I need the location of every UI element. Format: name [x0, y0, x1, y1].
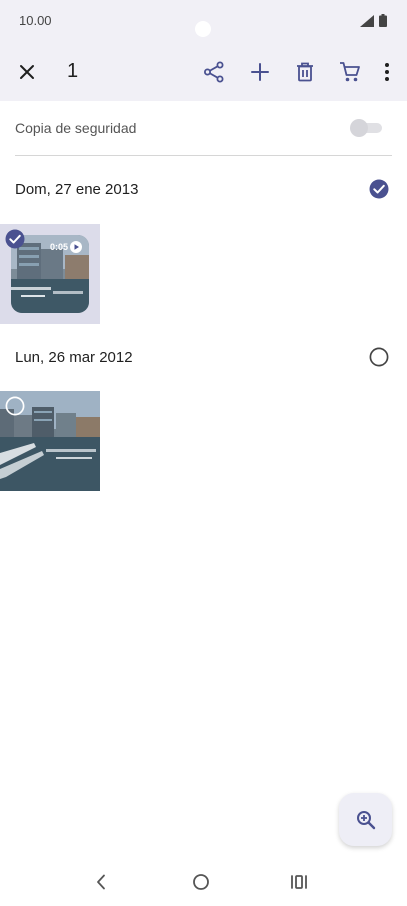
back-icon — [97, 874, 105, 890]
backup-toggle[interactable] — [350, 119, 382, 137]
more-vert-icon — [385, 63, 389, 81]
select-all-checkbox[interactable] — [369, 179, 389, 199]
share-icon — [204, 61, 224, 83]
zoom-in-icon — [356, 810, 375, 829]
close-button[interactable] — [14, 59, 40, 85]
delete-icon — [297, 62, 313, 82]
date-header: Dom, 27 ene 2013 — [15, 181, 139, 198]
unchecked-circle-icon — [5, 396, 25, 416]
add-button[interactable] — [246, 58, 274, 86]
checked-circle-icon — [369, 179, 389, 199]
home-icon — [193, 874, 209, 890]
signal-icon — [360, 14, 374, 27]
select-all-checkbox[interactable] — [369, 347, 389, 367]
recents-icon — [291, 875, 307, 889]
unchecked-circle-icon — [369, 347, 389, 367]
toggle-thumb — [350, 119, 368, 137]
recents-button[interactable] — [287, 870, 311, 894]
date-header: Lun, 26 mar 2012 — [15, 349, 133, 366]
home-button[interactable] — [189, 870, 213, 894]
share-button[interactable] — [200, 58, 228, 86]
photo-tile[interactable]: 0:05 — [0, 224, 100, 324]
battery-icon — [379, 14, 387, 27]
shopping-cart-icon — [340, 62, 360, 82]
more-options-button[interactable] — [373, 58, 401, 86]
shopping-cart-button[interactable] — [336, 58, 364, 86]
system-nav-bar — [0, 860, 407, 906]
zoom-button[interactable] — [339, 793, 392, 846]
backup-label: Copia de seguridad — [15, 120, 137, 136]
play-icon — [70, 241, 82, 253]
status-time: 10.00 — [19, 13, 52, 28]
top-app-bar: 10.00 1 — [0, 0, 407, 101]
add-icon — [251, 63, 269, 81]
checked-circle-icon — [5, 229, 25, 249]
photo-tile[interactable] — [0, 391, 100, 491]
video-duration: 0:05 — [50, 242, 69, 252]
selected-count: 1 — [67, 60, 79, 82]
close-icon — [20, 65, 34, 79]
delete-button[interactable] — [291, 58, 319, 86]
camera-cutout — [195, 21, 211, 37]
status-icons — [360, 14, 387, 27]
divider — [15, 155, 392, 156]
back-button[interactable] — [89, 870, 113, 894]
